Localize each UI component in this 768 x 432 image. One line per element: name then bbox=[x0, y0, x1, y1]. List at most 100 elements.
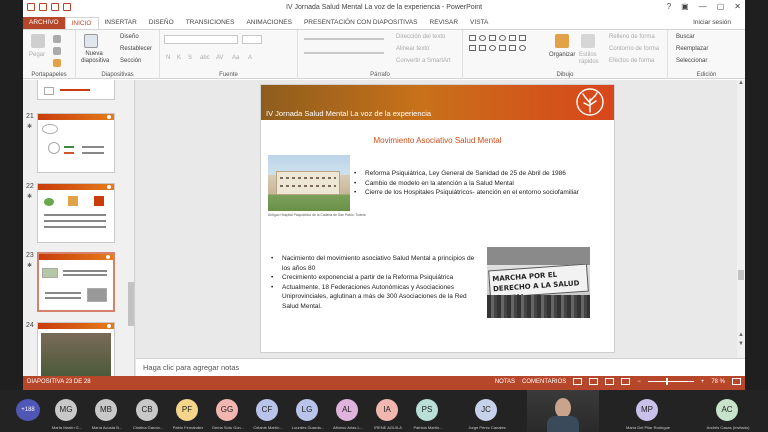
tab-revisar[interactable]: REVISAR bbox=[424, 17, 465, 29]
replace-button[interactable]: Reemplazar bbox=[676, 46, 708, 52]
thumbnail-slide-20[interactable] bbox=[37, 80, 115, 100]
participant-tile[interactable]: PS Patricia Martín... bbox=[408, 390, 448, 432]
shape-star-icon[interactable] bbox=[499, 45, 506, 51]
new-slide-button[interactable]: Nueva diapositiva bbox=[81, 51, 109, 65]
more-participants-button[interactable]: +188 bbox=[16, 399, 40, 421]
select-button[interactable]: Seleccionar bbox=[676, 58, 707, 64]
underline-button[interactable]: S bbox=[188, 55, 192, 61]
next-slide-icon[interactable]: ▼ bbox=[737, 341, 745, 349]
participant-tile[interactable]: AC Andrés Casas (Invitado) bbox=[707, 390, 749, 432]
shape-rounded-icon[interactable] bbox=[489, 35, 496, 41]
previous-slide-icon[interactable]: ▲ bbox=[737, 332, 745, 340]
participant-tile[interactable]: GG Gema Soto Gon... bbox=[208, 390, 248, 432]
find-button[interactable]: Buscar bbox=[676, 34, 695, 40]
participant-tile[interactable]: AL Alfonso Arias L... bbox=[328, 390, 368, 432]
bold-button[interactable]: N bbox=[166, 55, 170, 61]
sign-in-link[interactable]: Iniciar sesión bbox=[687, 17, 745, 29]
normal-view-icon[interactable] bbox=[573, 378, 583, 385]
help-button[interactable]: ? bbox=[667, 2, 671, 11]
strikethrough-button[interactable]: abc bbox=[200, 55, 210, 61]
tab-archivo[interactable]: ARCHIVO bbox=[23, 17, 65, 29]
tab-diseno[interactable]: DISEÑO bbox=[143, 17, 180, 29]
shape-square-icon[interactable] bbox=[509, 35, 516, 41]
shape-heart-icon[interactable] bbox=[519, 45, 526, 51]
participant-tile[interactable]: MG Marta Martín G... bbox=[47, 390, 87, 432]
tab-vista[interactable]: VISTA bbox=[464, 17, 494, 29]
list-buttons-row[interactable] bbox=[304, 38, 384, 40]
align-text-button[interactable]: Alinear texto bbox=[396, 46, 429, 52]
paste-button[interactable]: Pegar bbox=[29, 52, 45, 58]
font-name-field[interactable] bbox=[164, 35, 238, 44]
participant-tile[interactable]: CF Celanie Martín... bbox=[248, 390, 288, 432]
shape-brace-icon[interactable] bbox=[489, 45, 496, 51]
thumbnail-slide-23-selected[interactable] bbox=[37, 252, 115, 312]
thumbnail-slide-22[interactable] bbox=[37, 183, 115, 243]
tab-animaciones[interactable]: ANIMACIONES bbox=[240, 17, 298, 29]
zoom-slider[interactable] bbox=[647, 378, 694, 385]
new-slide-icon[interactable] bbox=[84, 34, 98, 48]
quick-styles-button[interactable]: Estilos rápidos bbox=[579, 52, 601, 66]
font-size-field[interactable] bbox=[242, 35, 262, 44]
slide-scrollbar[interactable]: ▲ ▲ ▼ bbox=[737, 80, 745, 358]
current-slide[interactable]: IV Jornada Salud Mental La voz de la exp… bbox=[261, 85, 614, 352]
notes-pane[interactable]: Haga clic para agregar notas bbox=[136, 358, 745, 376]
fit-slide-icon[interactable] bbox=[732, 378, 741, 385]
tab-inicio[interactable]: INICIO bbox=[64, 17, 99, 29]
reset-button[interactable]: Restablecer bbox=[120, 46, 152, 52]
reading-view-icon[interactable] bbox=[605, 378, 615, 385]
text-direction-button[interactable]: Dirección del texto bbox=[396, 34, 445, 40]
shape-triangle-icon[interactable] bbox=[469, 45, 476, 51]
layout-button[interactable]: Diseño bbox=[120, 34, 139, 40]
ribbon-display-button[interactable]: ▣ bbox=[681, 2, 689, 11]
shape-outline-button[interactable]: Contorno de forma bbox=[609, 46, 659, 52]
maximize-button[interactable]: ▢ bbox=[717, 2, 725, 11]
tab-presentacion[interactable]: PRESENTACIÓN CON DIAPOSITIVAS bbox=[298, 17, 424, 29]
tab-transiciones[interactable]: TRANSICIONES bbox=[180, 17, 241, 29]
participant-tile[interactable]: MB María Acosta B... bbox=[87, 390, 127, 432]
participant-tile[interactable]: MP María Del Pilar Rodríguez Pérez bbox=[626, 390, 670, 432]
paste-icon[interactable] bbox=[31, 34, 45, 48]
shape-oval-icon[interactable] bbox=[479, 35, 486, 41]
thumbnail-scroll-thumb[interactable] bbox=[128, 282, 134, 326]
participant-tile[interactable]: CB Cristina García... bbox=[128, 390, 168, 432]
comments-toggle-button[interactable]: COMENTARIOS bbox=[522, 379, 566, 385]
change-case-button[interactable]: Aa bbox=[232, 55, 239, 61]
slide-scroll-thumb[interactable] bbox=[738, 270, 744, 280]
arrange-button[interactable]: Organizar bbox=[549, 52, 575, 58]
section-button[interactable]: Sección bbox=[120, 58, 141, 64]
arrange-icon[interactable] bbox=[555, 34, 569, 48]
close-button[interactable]: ✕ bbox=[734, 2, 741, 11]
align-buttons-row[interactable] bbox=[304, 52, 384, 54]
tab-insertar[interactable]: INSERTAR bbox=[99, 17, 143, 29]
slide-sorter-icon[interactable] bbox=[589, 378, 599, 385]
slideshow-view-icon[interactable] bbox=[621, 378, 631, 385]
shape-rectangle-icon[interactable] bbox=[469, 35, 476, 41]
participant-tile[interactable]: LG Lourdes Guarda... bbox=[288, 390, 328, 432]
shape-line-icon[interactable] bbox=[509, 45, 516, 51]
zoom-slider-knob[interactable] bbox=[665, 378, 668, 385]
spacing-button[interactable]: AV bbox=[216, 55, 224, 61]
scroll-up-icon[interactable]: ▲ bbox=[737, 80, 745, 88]
zoom-out-icon[interactable]: − bbox=[637, 379, 641, 385]
minimize-button[interactable]: — bbox=[699, 2, 707, 11]
italic-button[interactable]: K bbox=[177, 55, 181, 61]
notes-toggle-button[interactable]: NOTAS bbox=[495, 379, 515, 385]
shape-arrow-icon[interactable] bbox=[519, 35, 526, 41]
zoom-in-icon[interactable]: + bbox=[701, 379, 705, 385]
shape-effects-button[interactable]: Efectos de forma bbox=[609, 58, 654, 64]
convert-smartart-button[interactable]: Convertir a SmartArt bbox=[396, 58, 451, 64]
thumbnail-slide-24[interactable] bbox=[37, 322, 115, 376]
copy-icon[interactable] bbox=[53, 47, 61, 55]
font-color-button[interactable]: A bbox=[248, 55, 252, 61]
cut-icon[interactable] bbox=[53, 35, 61, 43]
thumbnail-slide-21[interactable] bbox=[37, 113, 115, 173]
shape-fill-button[interactable]: Relleno de forma bbox=[609, 34, 655, 40]
thumbnail-scrollbar[interactable] bbox=[127, 80, 134, 376]
shape-circle-icon[interactable] bbox=[499, 35, 506, 41]
participant-tile[interactable]: PF Pablo Fernández bbox=[168, 390, 208, 432]
quick-styles-icon[interactable] bbox=[581, 34, 595, 48]
zoom-level[interactable]: 78 % bbox=[711, 379, 725, 385]
shape-callout-icon[interactable] bbox=[479, 45, 486, 51]
participant-tile[interactable]: IA IRENE AGUILA bbox=[368, 390, 408, 432]
format-painter-icon[interactable] bbox=[53, 59, 61, 67]
